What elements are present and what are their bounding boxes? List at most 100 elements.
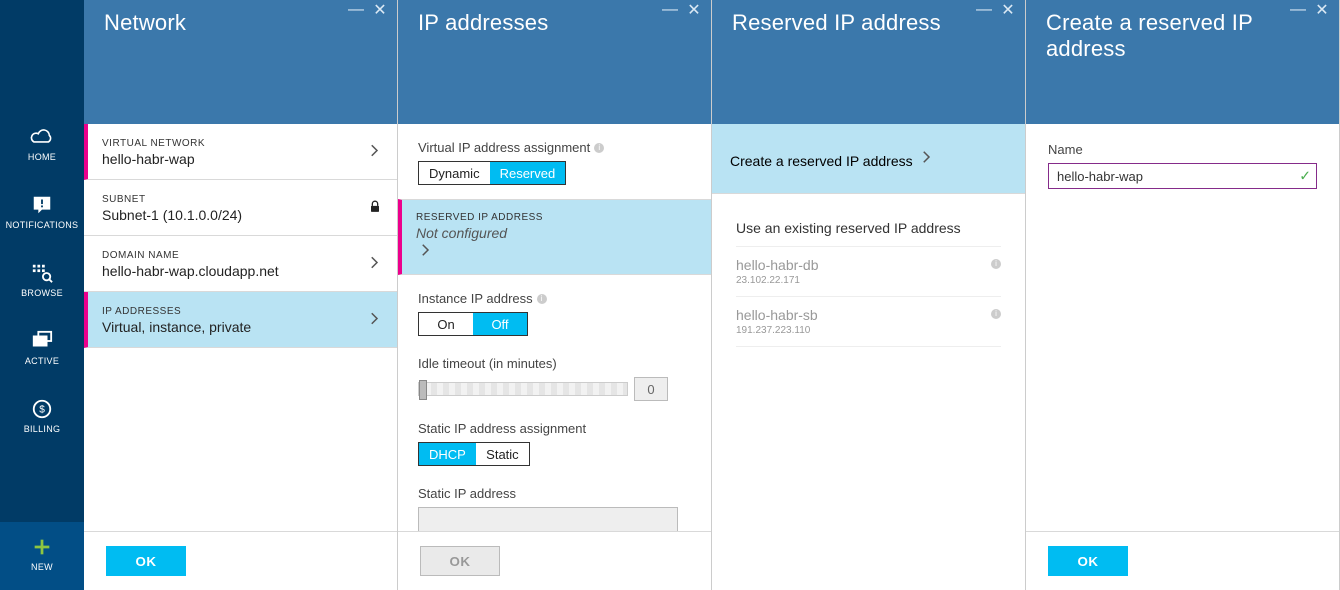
vip-reserved-option[interactable]: Reserved — [490, 162, 566, 184]
row-ip-label: IP ADDRESSES — [102, 306, 379, 317]
instance-ip-off[interactable]: Off — [473, 313, 527, 335]
left-nav: HOME NOTIFICATIONS BROWSE ACTIVE $ BILLI… — [0, 0, 84, 590]
blade-network: — ✕ Network VIRTUAL NETWORK hello-habr-w… — [84, 0, 398, 590]
blade-network-body: VIRTUAL NETWORK hello-habr-wap SUBNET Su… — [84, 124, 397, 531]
row-ip-addresses[interactable]: IP ADDRESSES Virtual, instance, private — [84, 292, 397, 348]
existing-ip-name: hello-habr-db — [736, 257, 1001, 273]
row-domain-name[interactable]: DOMAIN NAME hello-habr-wap.cloudapp.net — [84, 236, 397, 292]
nav-browse-label: BROWSE — [21, 288, 63, 298]
nav-notifications[interactable]: NOTIFICATIONS — [0, 180, 84, 248]
info-icon: i — [594, 143, 604, 153]
nav-browse[interactable]: BROWSE — [0, 248, 84, 316]
row-subnet-label: SUBNET — [102, 194, 379, 205]
row-vnet-label: VIRTUAL NETWORK — [102, 138, 379, 149]
existing-ip-address: 191.237.223.110 — [736, 325, 1001, 336]
cloud-icon — [29, 126, 55, 148]
blade-ip-addresses: — ✕ IP addresses Virtual IP address assi… — [398, 0, 712, 590]
blade-create-header: — ✕ Create a reserved IP address — [1026, 0, 1339, 124]
slider-thumb[interactable] — [419, 380, 427, 400]
blade-ip-footer: OK — [398, 531, 711, 590]
nav-home[interactable]: HOME — [0, 112, 84, 180]
instance-ip-on[interactable]: On — [419, 313, 473, 335]
info-icon: i — [991, 259, 1001, 269]
blade-reserved-ip: — ✕ Reserved IP address Create a reserve… — [712, 0, 1026, 590]
existing-ip-name: hello-habr-sb — [736, 307, 1001, 323]
blade-ip-body: Virtual IP address assignmenti Dynamic R… — [398, 124, 711, 531]
idle-timeout-slider[interactable] — [418, 382, 628, 396]
nav-notifications-label: NOTIFICATIONS — [6, 220, 79, 230]
static-dhcp-option[interactable]: DHCP — [419, 443, 476, 465]
blade-reserved-header: — ✕ Reserved IP address — [712, 0, 1025, 124]
blade-create-footer: OK — [1026, 531, 1339, 590]
row-domain-value: hello-habr-wap.cloudapp.net — [102, 263, 379, 279]
close-button[interactable]: ✕ — [1311, 0, 1333, 20]
blade-create-title: Create a reserved IP address — [1046, 10, 1319, 62]
vip-assignment-toggle[interactable]: Dynamic Reserved — [418, 161, 566, 185]
idle-timeout-label: Idle timeout (in minutes) — [418, 356, 691, 371]
idle-timeout-value: 0 — [634, 377, 668, 401]
ok-button[interactable]: OK — [106, 546, 186, 576]
blade-reserved-title: Reserved IP address — [732, 10, 1005, 36]
blade-create-body: Name ✓ — [1026, 124, 1339, 531]
reserved-ip-label: RESERVED IP ADDRESS — [416, 212, 693, 223]
blade-network-header: — ✕ Network — [84, 0, 397, 124]
active-icon — [29, 330, 55, 352]
existing-section-header: Use an existing reserved IP address — [712, 194, 1025, 246]
info-icon: i — [537, 294, 547, 304]
row-virtual-network[interactable]: VIRTUAL NETWORK hello-habr-wap — [84, 124, 397, 180]
vip-assignment-label: Virtual IP address assignmenti — [418, 140, 691, 155]
minimize-button[interactable]: — — [1287, 0, 1309, 20]
blade-create-reserved: — ✕ Create a reserved IP address Name ✓ … — [1026, 0, 1340, 590]
nav-home-label: HOME — [28, 152, 56, 162]
name-input[interactable] — [1048, 163, 1317, 189]
blade-reserved-body: Create a reserved IP address Use an exis… — [712, 124, 1025, 590]
existing-ip-item[interactable]: hello-habr-db 23.102.22.171 i — [736, 246, 1001, 297]
static-ip-label: Static IP address — [418, 486, 691, 501]
blade-network-title: Network — [104, 10, 377, 36]
create-reserved-ip-label: Create a reserved IP address — [730, 153, 913, 169]
info-icon: i — [991, 309, 1001, 319]
existing-ip-item[interactable]: hello-habr-sb 191.237.223.110 i — [736, 297, 1001, 347]
create-reserved-ip-option[interactable]: Create a reserved IP address — [712, 124, 1025, 194]
chevron-right-icon — [365, 309, 383, 330]
nav-billing[interactable]: $ BILLING — [0, 384, 84, 452]
chevron-right-icon — [416, 247, 434, 262]
lock-icon — [367, 198, 383, 217]
billing-icon: $ — [29, 398, 55, 420]
svg-text:$: $ — [39, 405, 45, 416]
blade-network-footer: OK — [84, 531, 397, 590]
ok-button[interactable]: OK — [1048, 546, 1128, 576]
instance-ip-label: Instance IP addressi — [418, 291, 691, 306]
blade-ip-header: — ✕ IP addresses — [398, 0, 711, 124]
row-domain-label: DOMAIN NAME — [102, 250, 379, 261]
reserved-ip-row[interactable]: RESERVED IP ADDRESS Not configured — [398, 199, 711, 275]
reserved-ip-value: Not configured — [416, 225, 693, 241]
vip-dynamic-option[interactable]: Dynamic — [419, 162, 490, 184]
nav-new-label: NEW — [31, 562, 53, 572]
row-subnet-value: Subnet-1 (10.1.0.0/24) — [102, 207, 379, 223]
row-subnet[interactable]: SUBNET Subnet-1 (10.1.0.0/24) — [84, 180, 397, 236]
close-button[interactable]: ✕ — [683, 0, 705, 20]
static-ip-input — [418, 507, 678, 531]
minimize-button[interactable]: — — [345, 0, 367, 20]
chevron-right-icon — [365, 141, 383, 162]
name-field-label: Name — [1048, 142, 1317, 157]
row-ip-value: Virtual, instance, private — [102, 319, 379, 335]
static-static-option[interactable]: Static — [476, 443, 529, 465]
chevron-right-icon — [917, 153, 935, 169]
minimize-button[interactable]: — — [973, 0, 995, 20]
blade-ip-title: IP addresses — [418, 10, 691, 36]
close-button[interactable]: ✕ — [997, 0, 1019, 20]
browse-icon — [29, 262, 55, 284]
chevron-right-icon — [365, 253, 383, 274]
ok-button: OK — [420, 546, 500, 576]
existing-ip-address: 23.102.22.171 — [736, 275, 1001, 286]
instance-ip-toggle[interactable]: On Off — [418, 312, 528, 336]
nav-billing-label: BILLING — [24, 424, 61, 434]
close-button[interactable]: ✕ — [369, 0, 391, 20]
nav-new[interactable]: NEW — [0, 522, 84, 590]
notification-icon — [29, 194, 55, 216]
minimize-button[interactable]: — — [659, 0, 681, 20]
static-assign-toggle[interactable]: DHCP Static — [418, 442, 530, 466]
nav-active[interactable]: ACTIVE — [0, 316, 84, 384]
